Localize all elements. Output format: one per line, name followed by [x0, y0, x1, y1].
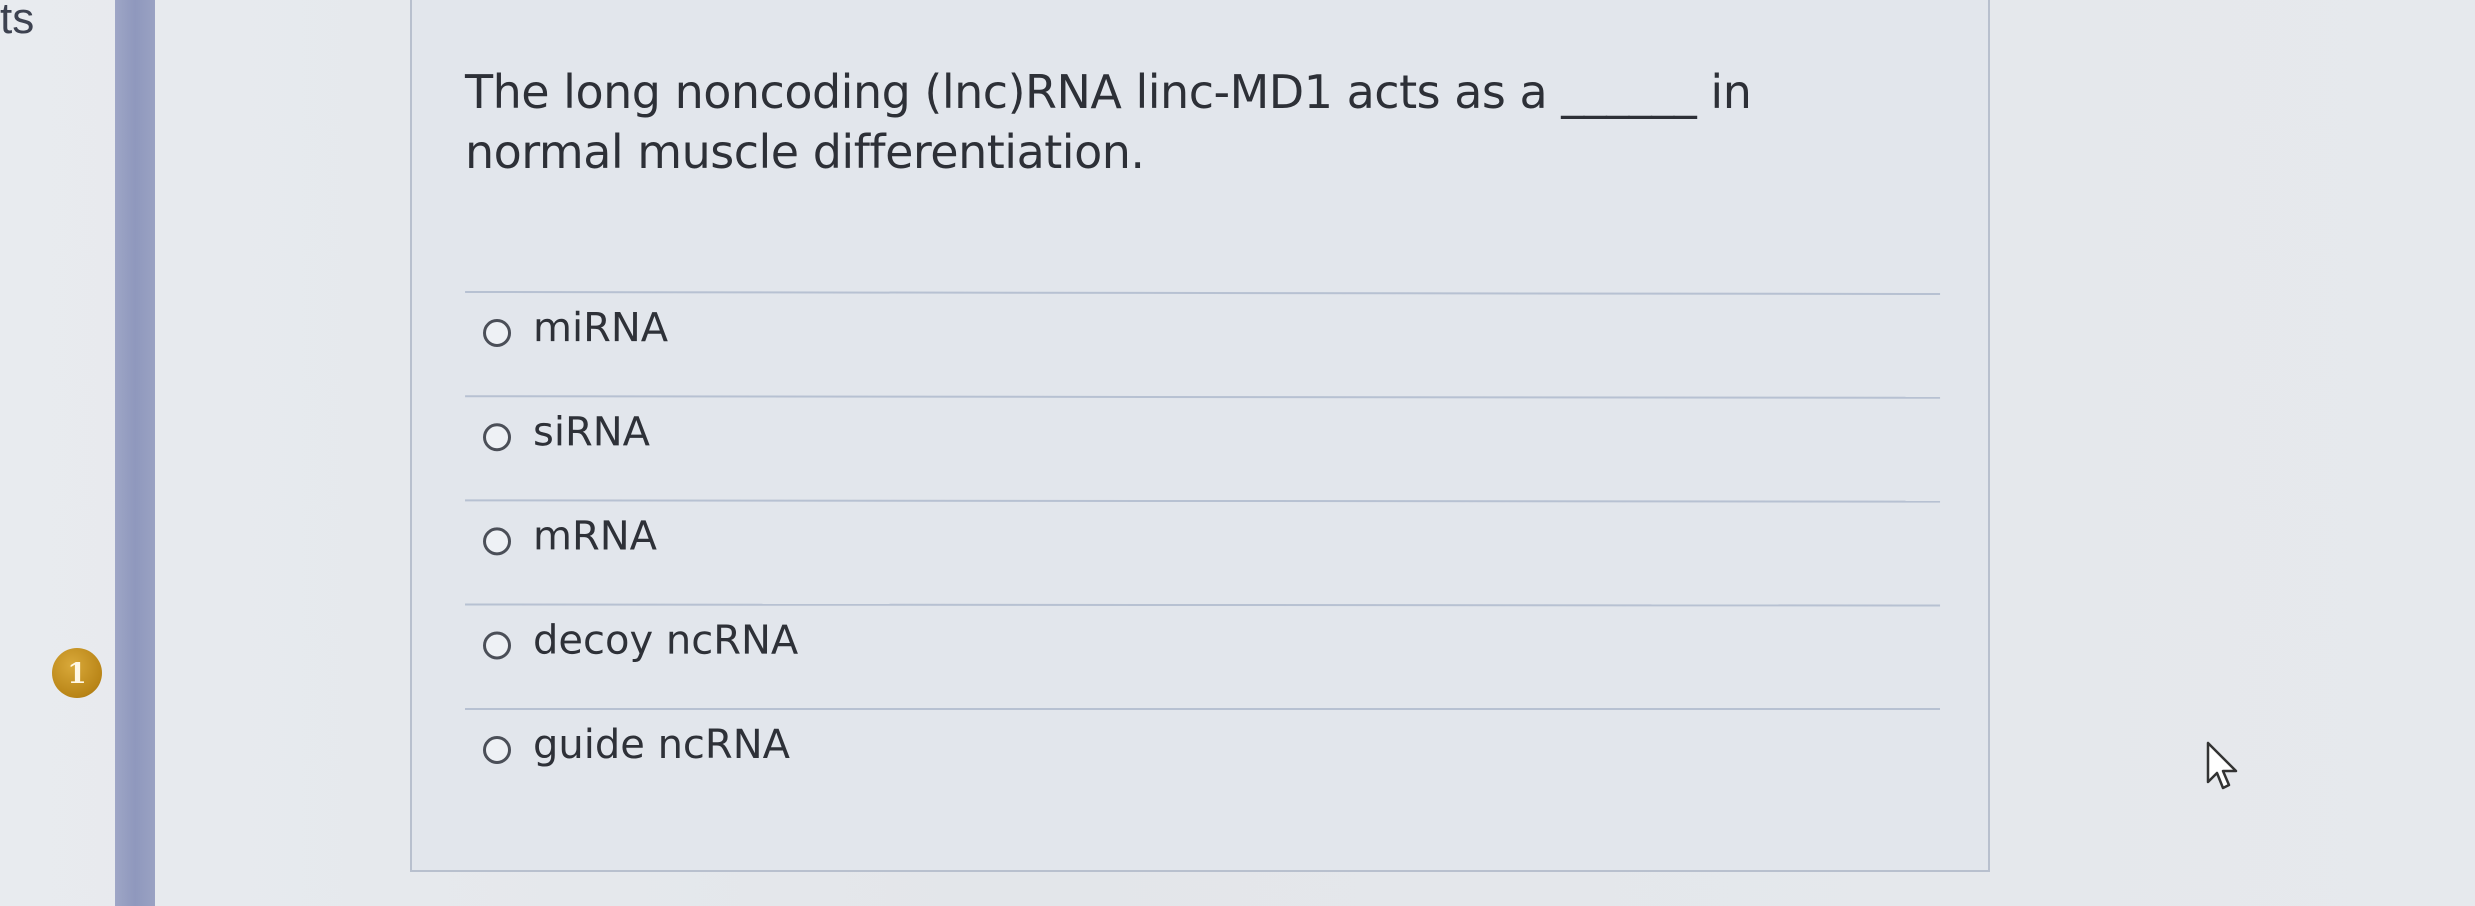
radio-button-icon[interactable] — [482, 527, 512, 556]
radio-button-icon[interactable] — [483, 736, 511, 764]
question-navigation-bar — [115, 0, 155, 906]
left-tab-text: ts — [0, 0, 35, 43]
answer-options: miRNA siRNA mRNA decoy ncRNA guide ncRNA — [464, 290, 1941, 812]
radio-button-icon[interactable] — [482, 318, 512, 348]
option-guide-ncrna[interactable]: guide ncRNA — [465, 708, 1940, 812]
option-mirna[interactable]: miRNA — [464, 290, 1941, 398]
radio-button-icon[interactable] — [482, 631, 512, 660]
option-label[interactable]: siRNA — [533, 409, 650, 455]
arrow-pointer-icon — [2206, 741, 2238, 790]
radio-button-icon[interactable] — [482, 423, 512, 452]
option-label[interactable]: guide ncRNA — [533, 722, 790, 768]
option-label[interactable]: decoy ncRNA — [533, 618, 798, 664]
option-label[interactable]: mRNA — [533, 513, 657, 559]
option-label[interactable]: miRNA — [533, 305, 668, 351]
question-prompt: The long noncoding (lnc)RNA linc-MD1 act… — [465, 65, 1752, 179]
option-decoy-ncrna[interactable]: decoy ncRNA — [464, 603, 1941, 709]
option-mrna[interactable]: mRNA — [464, 499, 1941, 605]
option-sirna[interactable]: siRNA — [464, 395, 1941, 501]
question-number-badge[interactable]: 1 — [52, 648, 102, 698]
